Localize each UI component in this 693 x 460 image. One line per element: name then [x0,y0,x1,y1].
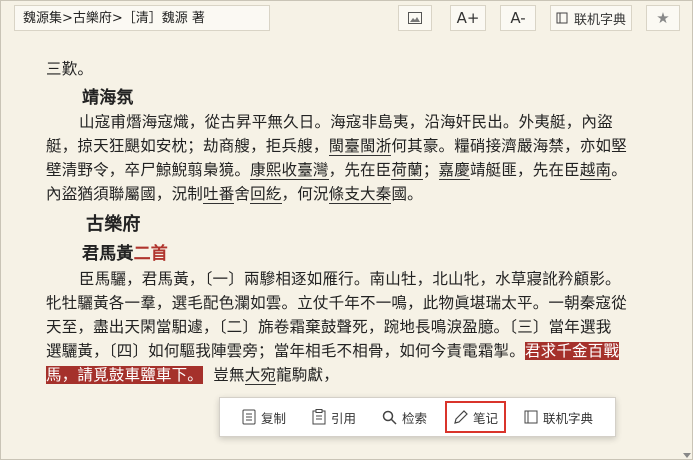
font-increase-button[interactable]: A+ [450,5,486,31]
search-label: 检索 [402,410,428,426]
copy-button[interactable]: 复制 [242,403,286,431]
dictionary-lookup-label: 联机字典 [543,410,594,426]
selected-text[interactable]: 馬，請覓鼓車鹽車下。 [46,366,204,384]
poem-title: 靖海氛 [82,88,134,108]
text-span: 選驪黃，〔四〕如何驅我陣雲旁；當年相毛不相骨，如何今責電霜掣。 [46,342,525,360]
breadcrumb: 魏源集>古樂府>［清］魏源 著 [14,5,270,31]
selection-popup: 复制 引用 检索 笔记 联机字典 [219,397,616,437]
text-span: ，先在臣 [328,161,392,179]
dictionary-lookup-button[interactable]: 联机字典 [524,403,593,431]
text-span: 何其豪。糧硝接濟嚴海禁，亦如堅 [391,137,627,155]
scroll-down-arrow[interactable] [683,453,691,458]
cite-button[interactable]: 引用 [312,403,356,431]
image-icon [408,12,422,24]
text-span: 龍駒獻， [276,366,339,384]
text-line: 牝牡驪黃各一羣，選毛配色瀾如雲。立仗千年不一鳴，此物眞堪瑞太平。一朝秦寇從 [46,294,627,312]
pencil-icon [454,410,468,424]
term: 回紇 [250,185,282,204]
term: 吐番 [203,185,235,204]
term: 荷蘭 [391,161,423,180]
text-line: 天至，盡出天閑當馹遽，〔二〕旆卷霜棄鼓聲死，踠地長鳴淚盈臆。〔三〕當年選我 [46,318,612,336]
note-button[interactable]: 笔记 [445,401,507,433]
text-line: 山寇甫熸海寇熾，從古昇平無久日。海寇非島夷，沿海奸民出。外夷艇，內盜 [79,113,613,131]
text-line: 艇，掠天狂颶如安枕；劫商艘，拒兵艘，閩臺閩浙何其豪。糧硝接濟嚴海禁，亦如堅 [46,134,627,156]
poem-title-main: 君馬黃 [82,244,134,264]
text-line: 選驪黃，〔四〕如何驅我陣雲旁；當年相毛不相骨，如何今責電霜掣。君求千金百戰 [46,339,620,361]
poem-title-count: 二首 [133,244,169,264]
favorite-button[interactable]: ★ [646,5,680,31]
text-span: 壁清野令，卒尸鯨鯢翦梟獍。 [46,161,251,179]
image-button[interactable] [398,5,432,31]
text-span: 內盜猶須聯屬國，況制 [46,185,204,203]
term: 康熙收臺灣 [250,161,329,180]
font-decrease-button[interactable]: A- [500,5,536,31]
text-line: 三歎。 [46,60,94,78]
place-term: 閩臺閩浙 [328,137,392,156]
text-span: 國。 [391,185,423,203]
text-span: ，何況 [281,185,329,203]
copy-icon [242,409,256,425]
term: 越南 [579,161,612,180]
text-span: 豈無 [213,366,245,384]
text-line: 壁清野令，卒尸鯨鯢翦梟獍。康熙收臺灣，先在臣荷蘭；嘉慶靖艇匪，先在臣越南。 [46,158,627,180]
section-title: 古樂府 [86,214,141,235]
dictionary-label: 联机字典 [573,12,626,28]
text-line: 馬，請覓鼓車鹽車下。 豈無大宛龍駒獻， [46,363,339,385]
note-label: 笔记 [473,410,499,426]
text-span: 艇，掠天狂颶如安枕；劫商艘，拒兵艘， [46,137,329,155]
text-line: 內盜猶須聯屬國，況制吐番舍回紇，何況條支大秦國。 [46,182,423,204]
text-span: ； [422,161,439,179]
cite-label: 引用 [331,410,357,426]
text-line: 臣馬驪，君馬黃，〔一〕兩驂相逐如雁行。南山牡，北山牝，水草寢訛矜顧影。 [79,270,621,288]
book-icon [556,12,568,24]
star-icon: ★ [656,9,670,27]
search-icon [382,410,397,425]
search-button[interactable]: 检索 [382,403,427,431]
term: 大宛 [244,366,277,385]
copy-label: 复制 [261,410,287,426]
term: 大秦 [360,185,392,204]
dictionary-button[interactable]: 联机字典 [550,5,632,31]
book-icon [524,410,538,424]
text-span: 靖艇匪，先在臣 [469,161,580,179]
selected-text[interactable]: 君求千金百戰 [524,342,620,360]
text-span: 。 [611,161,627,179]
text-span: 舍 [234,185,251,203]
term: 條支 [328,185,361,204]
poem-title: 君馬黃二首 [82,239,168,264]
cite-icon [312,409,326,425]
term: 嘉慶 [438,161,470,180]
